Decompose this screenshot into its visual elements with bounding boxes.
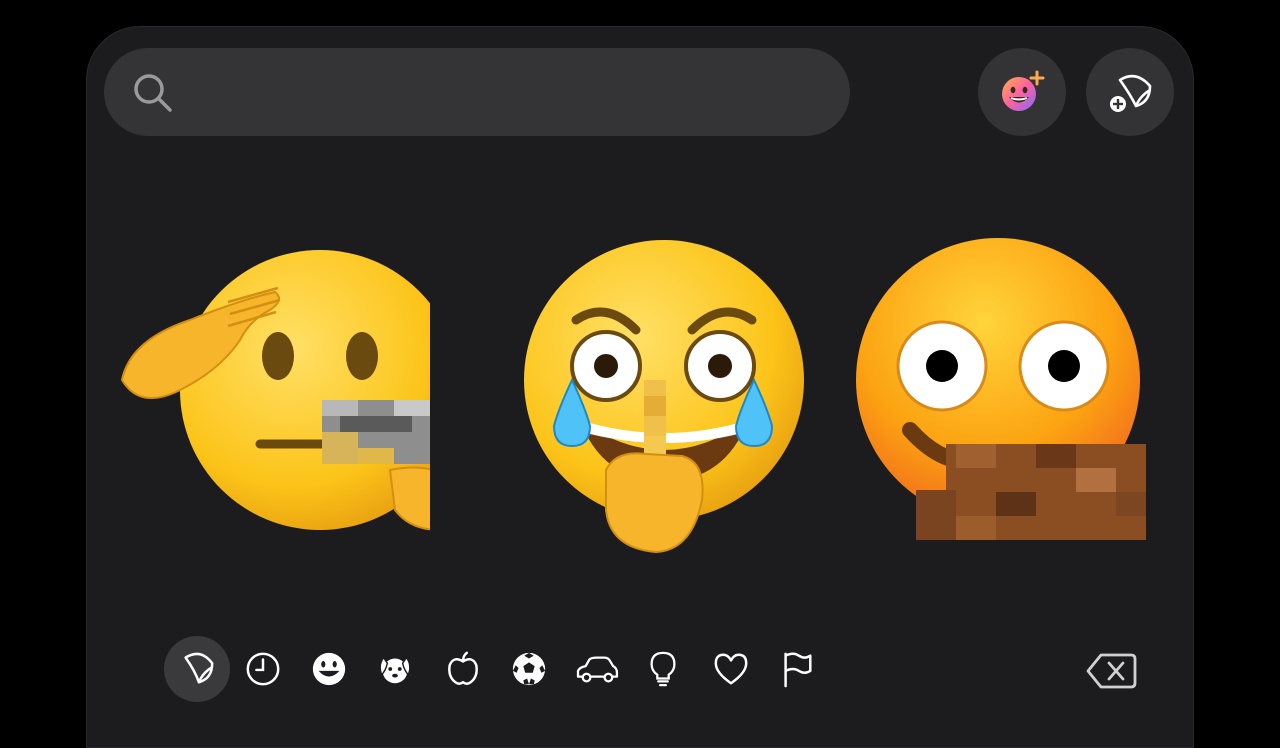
lightbulb-icon — [650, 651, 676, 687]
backspace-icon — [1086, 653, 1137, 689]
apple-icon — [448, 651, 478, 685]
category-travel[interactable] — [564, 636, 630, 702]
wide-eyed-face-sticker[interactable] — [846, 230, 1166, 560]
delete-button[interactable] — [1082, 642, 1140, 700]
pixelated-censor-block — [916, 444, 1146, 540]
clock-icon — [246, 652, 280, 686]
category-symbols[interactable] — [698, 636, 764, 702]
smiley-icon — [312, 652, 346, 686]
category-activity[interactable] — [496, 636, 562, 702]
search-field[interactable] — [104, 48, 850, 138]
sticker-plus-icon — [1110, 74, 1152, 112]
search-icon — [134, 74, 172, 112]
category-bar — [0, 636, 1280, 706]
flag-icon — [784, 652, 812, 688]
car-icon — [576, 656, 619, 683]
category-recents[interactable] — [230, 636, 296, 702]
sticker-icon — [184, 652, 214, 684]
crying-laughing-face-sticker[interactable] — [506, 230, 826, 560]
search-input[interactable] — [184, 48, 828, 138]
add-sticker-button[interactable] — [1086, 48, 1174, 136]
category-animals[interactable] — [362, 636, 428, 702]
soccer-ball-icon — [512, 652, 546, 686]
dog-icon — [379, 656, 411, 684]
saluting-face-sticker[interactable] — [110, 230, 430, 560]
genmoji-plus-icon — [1002, 70, 1045, 111]
category-flags[interactable] — [764, 636, 830, 702]
pixelated-censor-block — [322, 400, 430, 464]
category-food[interactable] — [430, 636, 496, 702]
heart-icon — [714, 653, 748, 685]
category-smileys[interactable] — [296, 636, 362, 702]
create-genmoji-button[interactable] — [978, 48, 1066, 136]
category-objects[interactable] — [630, 636, 696, 702]
category-stickers[interactable] — [164, 636, 230, 702]
